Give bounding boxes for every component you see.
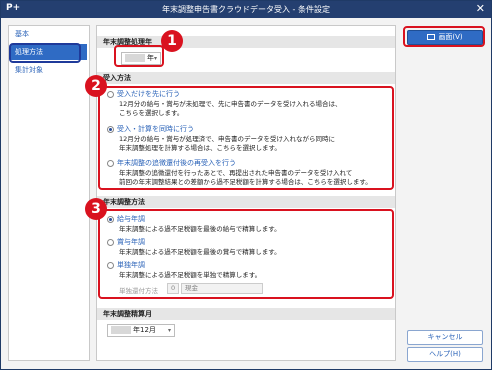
cancel-button[interactable]: キャンセル <box>407 330 483 345</box>
section-month-title: 年末調整精算月 <box>97 308 395 320</box>
sidebar-item-target[interactable]: 集計対象 <box>9 62 89 78</box>
annotation-badge-2: 2 <box>85 75 107 97</box>
month-year-redacted <box>111 326 131 334</box>
section-receive-title: 受入方法 <box>97 72 395 84</box>
annotation-badge-1: 1 <box>161 30 183 52</box>
dialog-window: P+ 年末調整申告書クラウドデータ受入 - 条件設定 ✕ 基本 処理方法 集計対… <box>0 0 492 370</box>
month-dropdown[interactable]: 年12月 ▾ <box>107 324 175 337</box>
help-button[interactable]: ヘルプ(H) <box>407 347 483 362</box>
annotation-box-2 <box>98 86 394 190</box>
annotation-badge-3: 3 <box>85 198 107 220</box>
window-title: 年末調整申告書クラウドデータ受入 - 条件設定 <box>162 5 330 14</box>
annotation-box-3 <box>98 209 394 299</box>
settings-panel: 年末調整処理年 年 ▾ 受入方法 受入だけを先に行う 12月分の給与・賞与が未処… <box>96 25 396 361</box>
sidebar-item-basic[interactable]: 基本 <box>9 26 89 42</box>
section-calc-title: 年末調整方法 <box>97 196 395 208</box>
button-pane: 画面(V) キャンセル ヘルプ(H) <box>401 25 485 362</box>
chevron-down-icon: ▾ <box>167 327 171 334</box>
annotation-box-sidebar <box>9 43 81 63</box>
sidebar: 基本 処理方法 集計対象 <box>8 25 90 361</box>
title-bar: P+ 年末調整申告書クラウドデータ受入 - 条件設定 ✕ <box>1 1 491 18</box>
month-suffix: 年12月 <box>133 326 156 334</box>
close-icon[interactable]: ✕ <box>476 2 485 15</box>
annotation-box-1 <box>114 45 164 67</box>
annotation-box-ok <box>403 26 485 47</box>
